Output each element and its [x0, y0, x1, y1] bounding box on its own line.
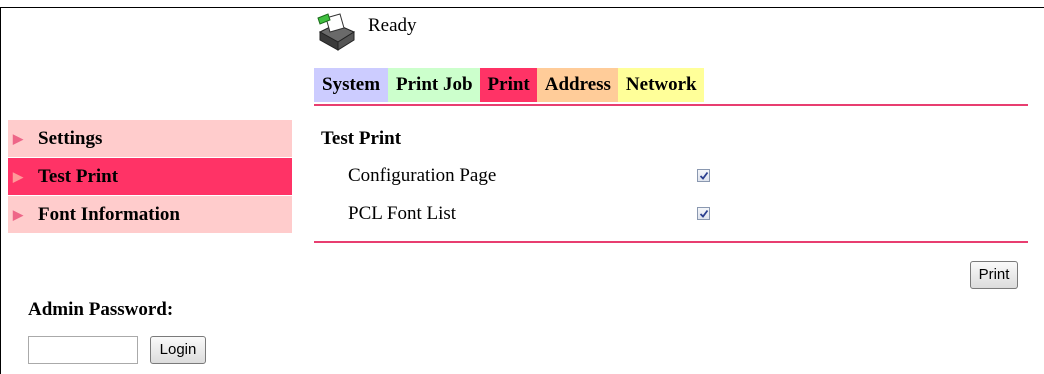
tab-system[interactable]: System: [314, 68, 388, 102]
pcl-font-list-checkbox[interactable]: [697, 207, 710, 220]
sidebar-item-label: Test Print: [38, 166, 119, 187]
status-text: Ready: [368, 15, 417, 36]
configuration-page-checkbox[interactable]: [697, 169, 710, 182]
admin-password-input[interactable]: [28, 336, 138, 364]
tab-network[interactable]: Network: [617, 68, 704, 102]
left-border: [0, 7, 1, 374]
divider-top: [314, 104, 1028, 106]
sidebar-item-label: Settings: [38, 128, 103, 149]
tab-bar: System Print Job Print Address Network: [314, 68, 704, 102]
sidebar-item-label: Font Information: [38, 204, 180, 225]
sidebar-item-test-print[interactable]: ▶ Test Print: [8, 158, 292, 195]
tab-print[interactable]: Print: [479, 68, 537, 102]
triangle-right-icon: ▶: [13, 131, 23, 146]
top-border: [0, 7, 1044, 8]
triangle-right-icon: ▶: [13, 169, 23, 184]
sidebar-item-font-information[interactable]: ▶ Font Information: [8, 196, 292, 233]
triangle-right-icon: ▶: [13, 207, 23, 222]
section-title: Test Print: [321, 128, 402, 149]
sidebar-item-settings[interactable]: ▶ Settings: [8, 120, 292, 157]
printer-icon: [314, 12, 358, 52]
tab-print-job[interactable]: Print Job: [388, 68, 480, 102]
option-label-pcl-font-list: PCL Font List: [348, 203, 457, 224]
login-button[interactable]: Login: [150, 336, 206, 364]
admin-password-label: Admin Password:: [28, 299, 174, 320]
tab-address[interactable]: Address: [536, 68, 618, 102]
print-button[interactable]: Print: [970, 261, 1018, 289]
divider-bottom: [314, 241, 1028, 243]
option-label-configuration-page: Configuration Page: [348, 165, 497, 186]
